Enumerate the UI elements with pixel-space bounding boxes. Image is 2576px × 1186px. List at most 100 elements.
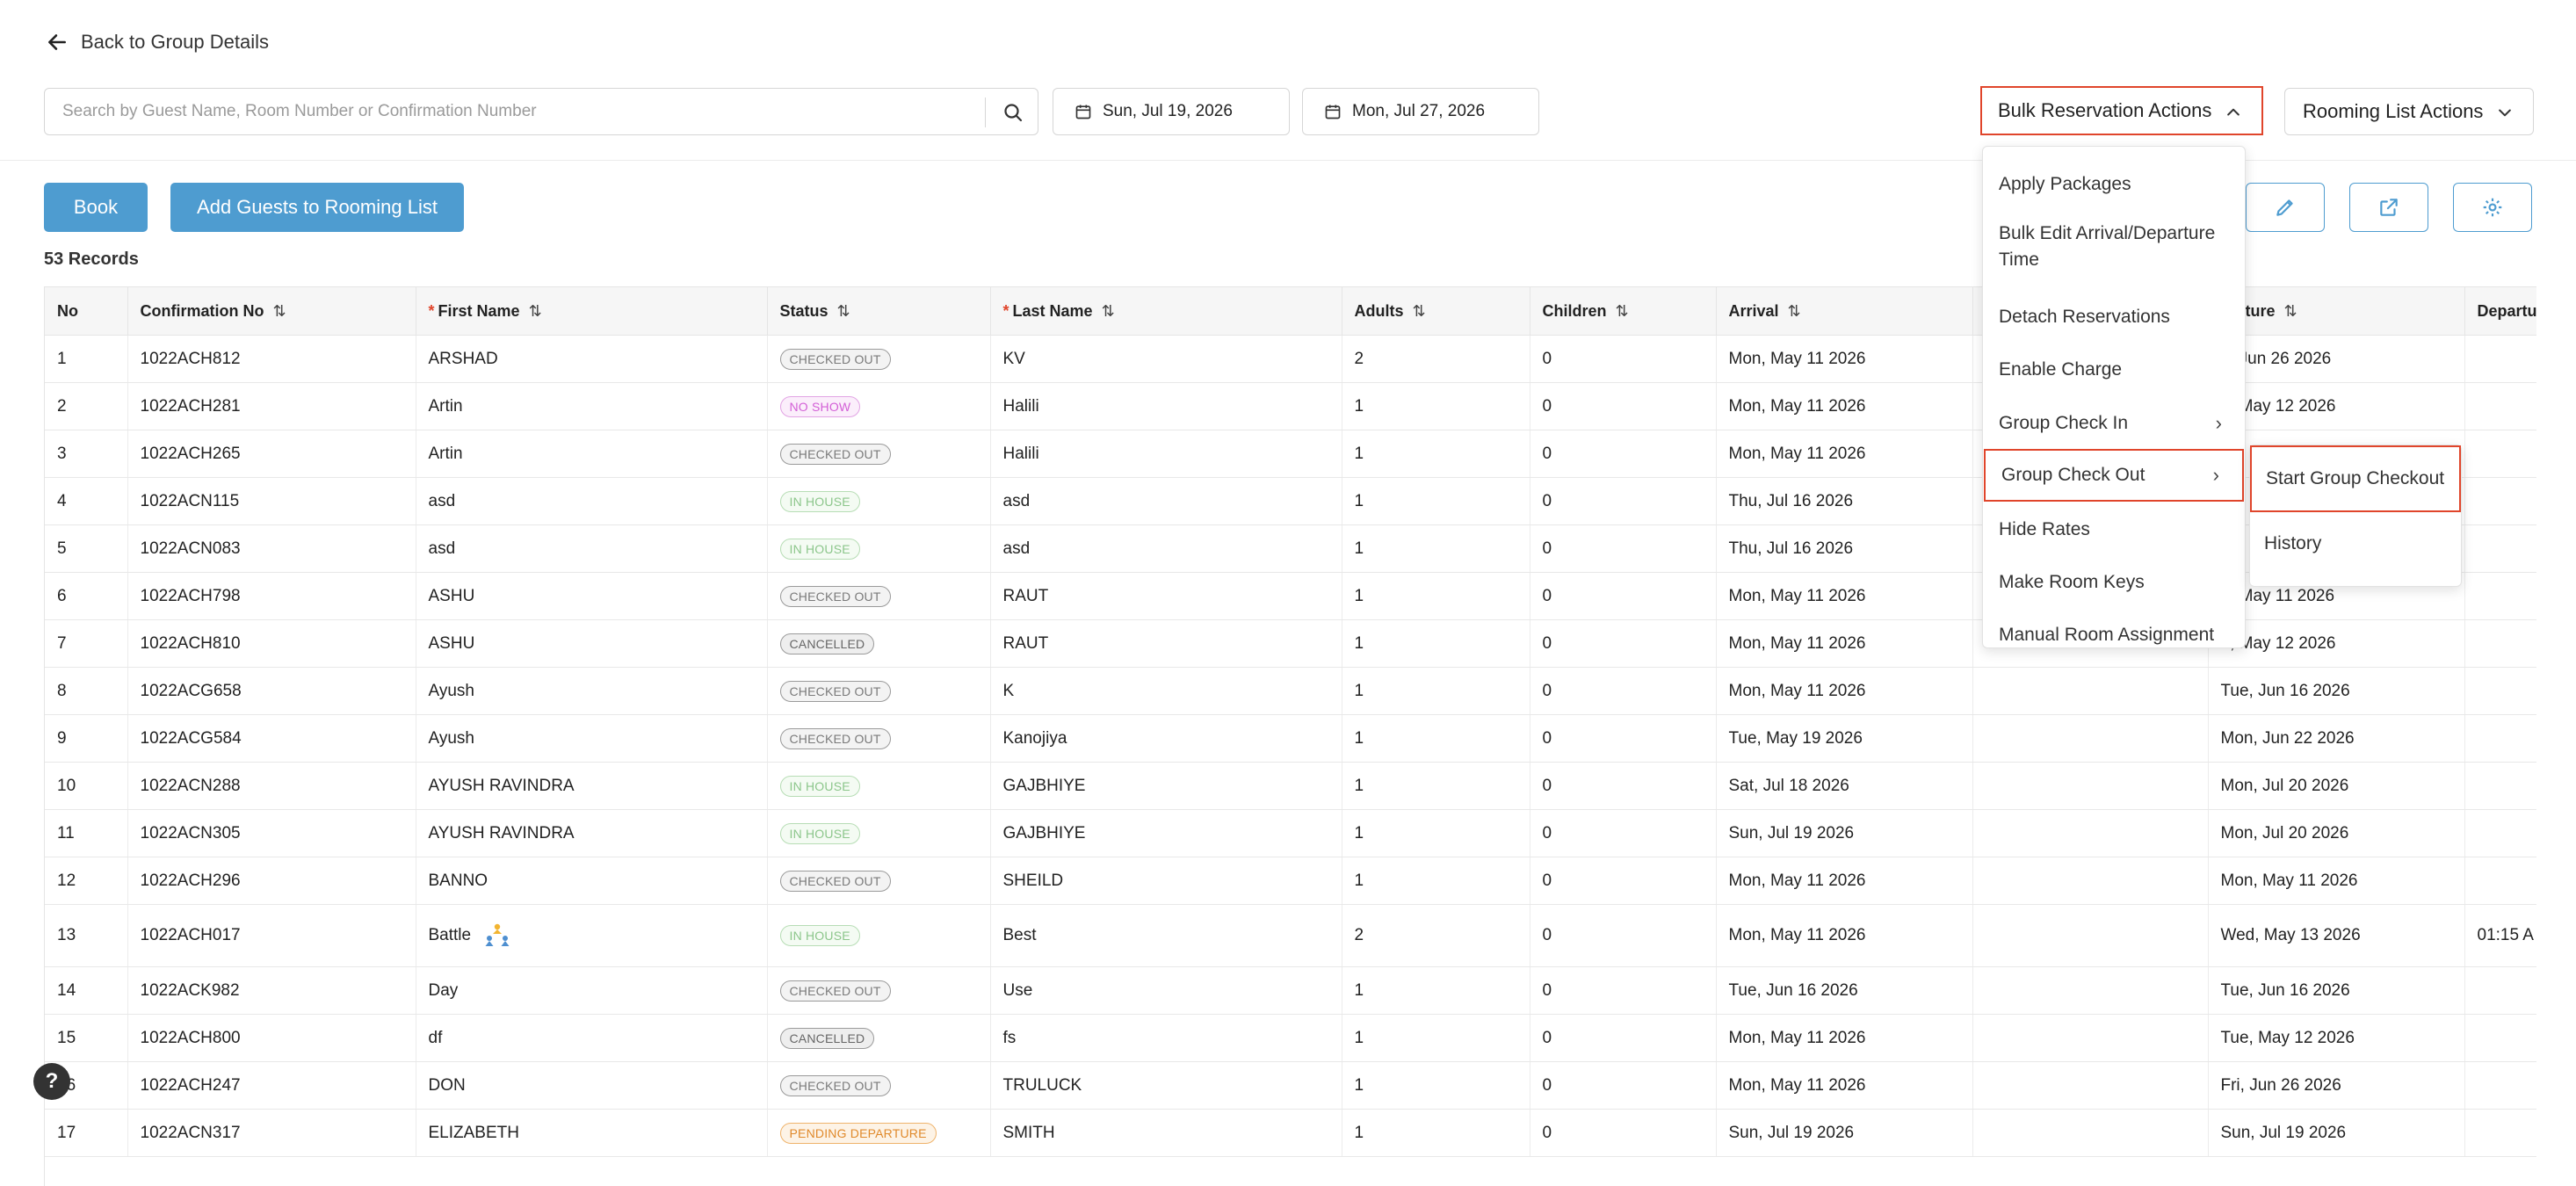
cell-children: 0 (1530, 1109, 1717, 1157)
cell-departure: Fri, Jun 26 2026 (2208, 1061, 2465, 1110)
submenu-item-history[interactable]: History (2250, 512, 2461, 575)
table-row[interactable]: 9 1022ACG584 Ayush CHECKED OUT Kanojiya 1 0 Tue… (45, 714, 2536, 763)
col-arrival[interactable]: Arrival ⇅ (1716, 286, 1973, 336)
cell-last-name: Use (990, 966, 1342, 1015)
status-badge: CHECKED OUT (779, 348, 891, 370)
table-row[interactable]: 161022ACH247DONCHECKED OUTTRULUCK10Mon, … (45, 1061, 2536, 1110)
search-input[interactable] (45, 89, 983, 134)
sort-icon[interactable]: ⇅ (1413, 302, 1426, 320)
menu-item-group-check-in[interactable]: Group Check In › (1983, 396, 2245, 451)
col-confirmation[interactable]: Confirmation No ⇅ (127, 286, 416, 336)
add-guests-button[interactable]: Add Guests to Rooming List (170, 183, 464, 232)
menu-item-manual-room-assignment[interactable]: Manual Room Assignment (1983, 609, 2245, 647)
pencil-icon (2276, 199, 2293, 216)
bulk-reservation-actions-dropdown[interactable]: Bulk Reservation Actions (1980, 86, 2263, 135)
col-status[interactable]: Status ⇅ (767, 286, 991, 336)
cell-last-name-text: SHEILD (1002, 871, 1064, 890)
cell-first-name-text: Ayush (428, 728, 474, 748)
help-button[interactable]: ? (33, 1063, 70, 1100)
table-row[interactable]: 15 1022ACH800 df CANCELLED fs 1 0 Mon, May 11 2… (45, 1014, 2536, 1062)
cell-last-name: TRULUCK (990, 1061, 1342, 1110)
table-row[interactable]: 10 1022ACN288 AYUSH RAVINDRA IN HOUSE GAJBHI… (45, 762, 2536, 810)
cell-hidden (1972, 966, 2209, 1015)
menu-item-enable-charge[interactable]: Enable Charge (1983, 344, 2245, 396)
table-row[interactable]: 14 1022ACK982 Day CHECKED OUT Use 1 0 Tue, Jun … (45, 966, 2536, 1015)
cell-confirmation-text: 1022ACH800 (140, 1028, 241, 1047)
status-badge: NO SHOW (779, 395, 861, 417)
cell-departure: Wed, May 13 2026 (2208, 904, 2465, 967)
menu-item-detach-reservations[interactable]: Detach Reservations (1983, 291, 2245, 344)
cell-children: 0 (1530, 382, 1717, 430)
start-date-picker[interactable]: Sun, Jul 19, 2026 (1053, 88, 1290, 135)
cell-confirmation: 1022ACH296 (127, 857, 416, 905)
submenu-item-label: Start Group Checkout (2266, 468, 2445, 488)
cell-hidden (1972, 714, 2209, 763)
sort-icon[interactable]: ⇅ (1616, 302, 1629, 320)
cell-confirmation: 1022ACN115 (127, 477, 416, 525)
menu-item-group-check-out[interactable]: Group Check Out › (1984, 449, 2244, 502)
sort-icon[interactable]: ⇅ (273, 302, 286, 320)
cell-confirmation: 1022ACG584 (127, 714, 416, 763)
cell-no-text: 3 (57, 444, 67, 463)
edit-button[interactable] (2246, 183, 2325, 232)
col-departure[interactable]: parture ⇅ (2208, 286, 2465, 336)
col-last-name[interactable]: * Last Name ⇅ (990, 286, 1342, 336)
cell-departure-time (2464, 524, 2536, 573)
sort-icon[interactable]: ⇅ (837, 302, 850, 320)
table-row[interactable]: 8 1022ACG658 Ayush CHECKED OUT K 1 0 Mon, May 1… (45, 667, 2536, 715)
search-icon[interactable] (997, 97, 1029, 128)
cell-last-name: RAUT (990, 619, 1342, 668)
table-row[interactable]: 12 1022ACH296 BANNO CHECKED OUT SHEILD 1 0 Mon,… (45, 857, 2536, 905)
settings-button[interactable] (2453, 183, 2532, 232)
end-date-picker[interactable]: Mon, Jul 27, 2026 (1302, 88, 1539, 135)
back-to-group-details-link[interactable]: Back to Group Details (46, 28, 269, 56)
book-button[interactable]: Book (44, 183, 148, 232)
cell-adults: 1 (1342, 1061, 1530, 1110)
cell-departure-text: Sun, Jul 19 2026 (2220, 1123, 2347, 1142)
sort-icon[interactable]: ⇅ (2284, 302, 2297, 320)
cell-confirmation-text: 1022ACH017 (140, 926, 241, 944)
sort-icon[interactable]: ⇅ (1788, 302, 1801, 320)
open-external-button[interactable] (2349, 183, 2428, 232)
rooming-list-actions-dropdown[interactable]: Rooming List Actions (2284, 88, 2534, 135)
cell-confirmation-text: 1022ACN317 (140, 1123, 241, 1142)
cell-adults: 1 (1342, 382, 1530, 430)
cell-no: 5 (45, 524, 128, 573)
menu-item-apply-packages[interactable]: Apply Packages (1983, 159, 2245, 210)
cell-adults-text: 1 (1354, 728, 1364, 748)
menu-item-make-room-keys[interactable]: Make Room Keys (1983, 556, 2245, 609)
cell-last-name-text: GAJBHIYE (1002, 776, 1086, 795)
table-row[interactable]: 17 1022ACN317 ELIZABETH PENDING DEPARTURE SM… (45, 1109, 2536, 1157)
menu-item-hide-rates[interactable]: Hide Rates (1983, 503, 2245, 556)
cell-children-text: 0 (1542, 776, 1552, 795)
col-first-name[interactable]: * First Name ⇅ (416, 286, 768, 336)
chevron-right-icon: › (2212, 464, 2219, 486)
cell-adults: 1 (1342, 619, 1530, 668)
col-children[interactable]: Children ⇅ (1530, 286, 1717, 336)
col-adults[interactable]: Adults ⇅ (1342, 286, 1530, 336)
cell-arrival-text: Tue, Jun 16 2026 (1728, 980, 1858, 1000)
cell-arrival: Mon, May 11 2026 (1716, 857, 1973, 905)
submenu-item-start-group-checkout[interactable]: Start Group Checkout (2250, 445, 2461, 512)
table-row[interactable]: 11 1022ACN305 AYUSH RAVINDRA IN HOUSE GAJBHI… (45, 809, 2536, 857)
cell-arrival-text: Thu, Jul 16 2026 (1728, 539, 1854, 558)
cell-departure: Mon, Jul 20 2026 (2208, 762, 2465, 810)
cell-adults: 1 (1342, 667, 1530, 715)
cell-children-text: 0 (1542, 823, 1552, 842)
table-row[interactable]: 13 1022ACH017 Battle IN HOUSE Best 2 0 Mon, May… (45, 904, 2536, 967)
cell-children-text: 0 (1542, 633, 1552, 653)
cell-no: 9 (45, 714, 128, 763)
sort-icon[interactable]: ⇅ (1102, 302, 1115, 320)
cell-confirmation-text: 1022ACH281 (140, 396, 241, 416)
cell-adults: 1 (1342, 966, 1530, 1015)
menu-item-bulk-edit-arrival-departure-time[interactable]: Bulk Edit Arrival/Departure Time (1983, 206, 2245, 287)
cell-hidden (1972, 857, 2209, 905)
status-badge: IN HOUSE (779, 490, 860, 512)
cell-last-name: RAUT (990, 572, 1342, 620)
search-divider (985, 98, 986, 127)
cell-children: 0 (1530, 809, 1717, 857)
cell-confirmation: 1022ACH281 (127, 382, 416, 430)
cell-children: 0 (1530, 1061, 1717, 1110)
cell-hidden (1972, 667, 2209, 715)
sort-icon[interactable]: ⇅ (529, 302, 542, 320)
